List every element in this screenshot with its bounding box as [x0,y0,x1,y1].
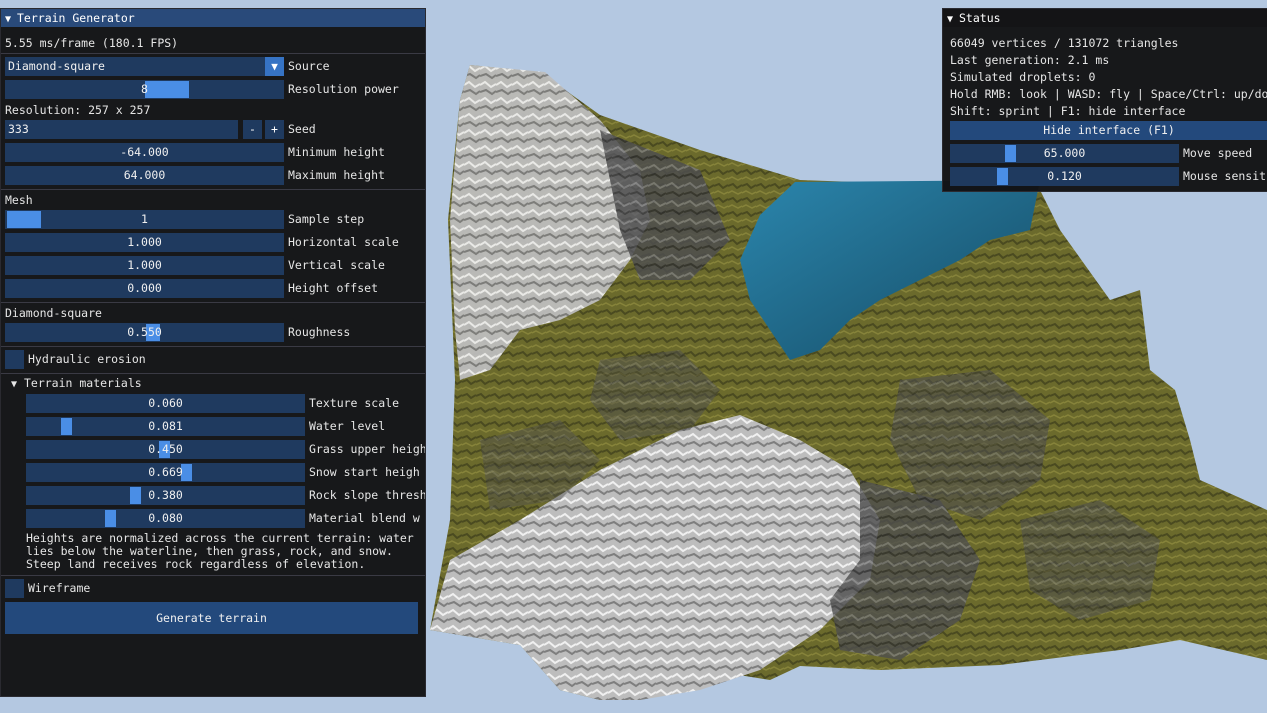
height-offset-value: 0.000 [127,281,162,295]
water-level-label: Water level [309,419,386,433]
status-window: ▼ Status 66049 vertices / 131072 triangle… [942,8,1267,192]
wireframe-label: Wireframe [28,581,91,595]
move-speed-label: Move speed [1183,146,1253,160]
mesh-header: Mesh [5,193,33,207]
source-combo-value: Diamond-square [8,59,105,73]
controls-text-1: Hold RMB: look | WASD: fly | Space/Ctrl:… [950,87,1267,101]
height-offset-label: Height offset [288,281,379,295]
slider-grab[interactable] [1005,145,1016,162]
maximum-height-label: Maximum height [288,168,385,182]
resolution-power-slider[interactable]: 8 [5,80,284,99]
material-blend-slider[interactable]: 0.080 [26,509,305,528]
collapse-triangle-icon[interactable]: ▼ [5,11,17,29]
horizontal-scale-drag[interactable]: 1.000 [5,233,284,252]
generate-terrain-button[interactable]: Generate terrain [5,602,418,634]
rock-slope-label: Rock slope thresh [309,488,426,502]
water-level-value: 0.081 [148,419,183,433]
frametime-text: 5.55 ms/frame (180.1 FPS) [5,36,179,50]
last-generation-text: Last generation: 2.1 ms [950,53,1110,67]
texture-scale-label: Texture scale [309,396,400,410]
snow-start-slider[interactable]: 0.669 [26,463,305,482]
separator [1,189,425,190]
height-offset-drag[interactable]: 0.000 [5,279,284,298]
generator-title: Terrain Generator [17,11,135,25]
grass-upper-slider[interactable]: 0.450 [26,440,305,459]
slider-grab[interactable] [7,211,41,228]
texture-scale-value: 0.060 [148,396,183,410]
hide-interface-button[interactable]: Hide interface (F1) [950,121,1267,140]
mouse-sensitivity-value: 0.120 [1047,169,1082,183]
status-title: Status [959,11,1001,25]
vertex-triangle-count: 66049 vertices / 131072 triangles [950,36,1179,50]
roughness-value: 0.550 [127,325,162,339]
vertical-scale-drag[interactable]: 1.000 [5,256,284,275]
separator [1,346,425,347]
controls-text-2: Shift: sprint | F1: hide interface [950,104,1186,118]
rock-slope-slider[interactable]: 0.380 [26,486,305,505]
sample-step-label: Sample step [288,212,365,226]
terrain-materials-header[interactable]: ▼ Terrain materials [11,376,142,390]
seed-input[interactable]: 333 [5,120,238,139]
maximum-height-drag[interactable]: 64.000 [5,166,284,185]
separator [1,53,425,54]
texture-scale-drag[interactable]: 0.060 [26,394,305,413]
minimum-height-value: -64.000 [120,145,169,159]
resolution-text: Resolution: 257 x 257 [5,103,151,117]
move-speed-value: 65.000 [1043,146,1086,160]
minimum-height-label: Minimum height [288,145,385,159]
wireframe-checkbox[interactable] [5,579,24,598]
seed-value: 333 [8,122,29,136]
move-speed-slider[interactable]: 65.000 [950,144,1179,163]
generator-titlebar[interactable]: ▼ Terrain Generator [1,9,425,27]
water-level-slider[interactable]: 0.081 [26,417,305,436]
status-titlebar[interactable]: ▼ Status [943,9,1267,27]
mouse-sensitivity-slider[interactable]: 0.120 [950,167,1179,186]
mouse-sensitivity-label: Mouse sensit [1183,169,1267,183]
hydraulic-erosion-checkbox[interactable] [5,350,24,369]
horizontal-scale-value: 1.000 [127,235,162,249]
grass-upper-value: 0.450 [148,442,183,456]
separator [1,373,425,374]
rock-slope-value: 0.380 [148,488,183,502]
sample-step-slider[interactable]: 1 [5,210,284,229]
slider-grab[interactable] [130,487,141,504]
sample-step-value: 1 [141,212,148,226]
source-label: Source [288,59,330,73]
terrain-materials-title: Terrain materials [23,376,142,390]
roughness-slider[interactable]: 0.550 [5,323,284,342]
hydraulic-erosion-label: Hydraulic erosion [28,352,146,366]
materials-note: Heights are normalized across the curren… [26,531,414,571]
seed-increment-button[interactable]: + [265,120,284,139]
collapse-triangle-icon[interactable]: ▼ [947,11,959,29]
slider-grab[interactable] [105,510,116,527]
resolution-power-value: 8 [141,82,148,96]
maximum-height-value: 64.000 [123,168,166,182]
slider-grab[interactable] [997,168,1008,185]
minimum-height-drag[interactable]: -64.000 [5,143,284,162]
snow-start-value: 0.669 [148,465,183,479]
collapse-triangle-icon: ▼ [11,379,18,390]
seed-decrement-button[interactable]: - [243,120,262,139]
grass-upper-label: Grass upper heigh [309,442,426,456]
snow-start-label: Snow start heigh [309,465,420,479]
horizontal-scale-label: Horizontal scale [288,235,399,249]
chevron-down-icon[interactable]: ▼ [265,57,284,76]
resolution-power-label: Resolution power [288,82,399,96]
seed-label: Seed [288,122,316,136]
vertical-scale-value: 1.000 [127,258,162,272]
droplets-text: Simulated droplets: 0 [950,70,1096,84]
roughness-label: Roughness [288,325,351,339]
source-combo[interactable]: Diamond-square ▼ [5,57,284,76]
slider-grab[interactable] [145,81,189,98]
material-blend-value: 0.080 [148,511,183,525]
separator [1,302,425,303]
terrain-generator-window: ▼ Terrain Generator 5.55 ms/frame (180.1 … [0,8,426,697]
slider-grab[interactable] [61,418,72,435]
material-blend-label: Material blend w [309,511,420,525]
vertical-scale-label: Vertical scale [288,258,385,272]
separator [1,575,425,576]
diamond-square-header: Diamond-square [5,306,102,320]
